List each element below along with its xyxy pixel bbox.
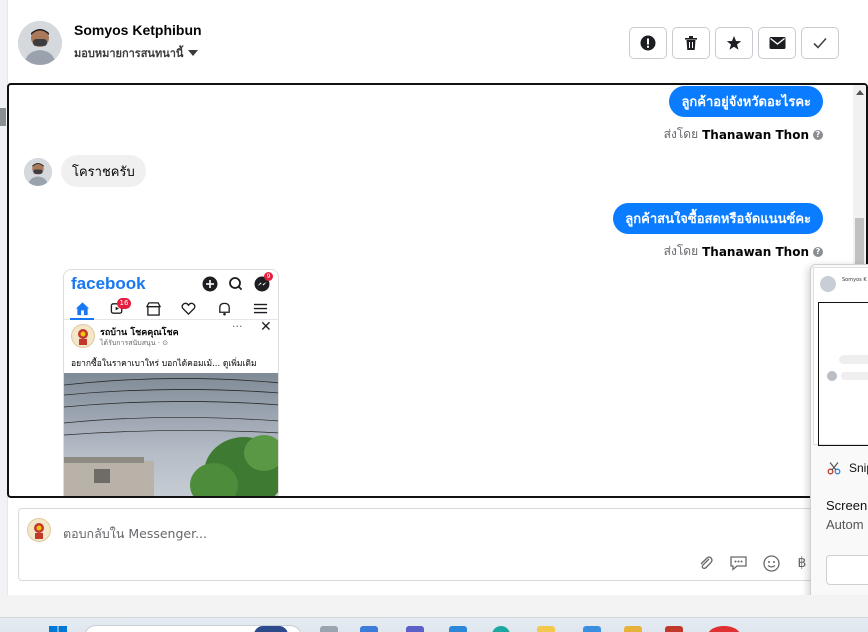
scroll-up-arrow-icon[interactable] [856,90,864,95]
messenger-badge: 9 [264,272,273,281]
windows-taskbar [0,617,868,632]
post-subtitle: ได้รับการสนับสนุน · ⊙ [100,339,169,347]
sent-by-line: ส่งโดย Thanawan Thon ? [664,242,823,261]
baht-icon[interactable]: ฿ [793,554,811,572]
search-icon [229,277,244,292]
snip-heading: Screen [826,498,868,513]
thumb-name: Somyos K [842,277,867,283]
thumb-bubble [839,355,868,364]
post-text: อยากซื้อในราคาเบาใหร่ บอกได้คอมเม้... ดู… [71,359,257,369]
sender-name[interactable]: Thanawan Thon [702,245,809,259]
snip-thumbnail[interactable]: Somyos K [813,267,868,446]
more-options-icon: ··· [232,320,243,333]
shared-screenshot-image[interactable]: facebook 9 16 รถบ้าน โชคคุณโชค ได้รับการ… [63,269,279,496]
message-text: ลูกค้าสนใจซื้อสดหรือจัดแนนซ์คะ [625,212,811,227]
message-thread[interactable]: ลูกค้าอยู่จังหวัดอะไรคะ ส่งโดย Thanawan … [7,83,868,498]
mail-icon[interactable] [583,626,601,632]
office-icon[interactable] [665,626,683,632]
thumb-bubble [841,372,868,380]
heart-icon [181,302,196,316]
active-tab-indicator [70,318,94,320]
teams-icon[interactable] [406,626,424,632]
sent-by-prefix: ส่งโดย [663,244,699,258]
post-author-name: รถบ้าน โชคคุณโชค [100,328,179,338]
windows-start-icon[interactable] [48,625,68,632]
caret-down-icon [188,50,199,56]
reply-composer[interactable]: ตอบกลับใน Messenger... ฿ [18,508,818,581]
assign-conversation-dropdown[interactable]: มอบหมายการสนทนานี้ [74,44,199,62]
snip-action-button[interactable] [826,555,868,585]
thumb-pane [818,302,868,446]
notification-badge: 16 [117,298,131,309]
smiley-icon[interactable] [762,554,780,572]
trash-icon [685,36,697,50]
close-icon: ✕ [260,319,272,335]
app-icon-red[interactable] [708,626,740,632]
message-text: ลูกค้าอยู่จังหวัดอะไรคะ [681,95,811,110]
edge-handle[interactable] [0,108,6,126]
snip-description: Autom [826,517,864,532]
fb-nav-row: 16 [64,298,278,320]
contact-avatar-small[interactable] [24,158,52,186]
check-icon [813,37,827,49]
post-author-avatar [71,324,95,348]
thumb-avatar [820,276,836,292]
snip-app-name: Snip [849,461,868,475]
app-window: Somyos Ketphibun มอบหมายการสนทนานี้ ลูกค… [0,0,868,632]
chat-bubble-icon[interactable] [729,554,747,572]
thumb-avatar-small [827,371,837,381]
question-circle-icon[interactable]: ? [813,129,823,140]
star-button[interactable] [715,27,753,59]
menu-icon [253,303,268,314]
conversation-header: Somyos Ketphibun มอบหมายการสนทนานี้ [8,0,868,84]
reply-input[interactable]: ตอบกลับใน Messenger... [63,524,207,544]
report-button[interactable] [629,27,667,59]
facebook-logo: facebook [71,274,146,293]
outgoing-message[interactable]: ลูกค้าสนใจซื้อสดหรือจัดแนนซ์คะ [613,203,823,234]
marketplace-icon [146,302,161,316]
task-view-icon[interactable] [320,626,338,632]
file-explorer-icon[interactable] [624,626,642,632]
delete-button[interactable] [672,27,710,59]
question-circle-icon[interactable]: ? [813,246,823,257]
envelope-icon [769,37,785,49]
outgoing-message[interactable]: ลูกค้าอยู่จังหวัดอะไรคะ [669,86,823,117]
sent-by-line: ส่งโดย Thanawan Thon ? [664,125,823,144]
edge-icon[interactable] [492,626,510,632]
sent-by-prefix: ส่งโดย [663,127,699,141]
paperclip-icon[interactable] [697,554,715,572]
bell-icon [219,302,230,316]
widgets-icon[interactable] [360,626,378,632]
page-avatar [27,518,51,542]
incoming-message[interactable]: โคราชครับ [61,155,146,187]
assign-label: มอบหมายการสนทนานี้ [74,48,184,60]
mark-done-button[interactable] [801,27,839,59]
post-photo [64,373,278,496]
contact-name[interactable]: Somyos Ketphibun [74,22,202,38]
scissors-icon [827,462,841,475]
message-text: โคราชครับ [72,164,135,180]
mark-unread-button[interactable] [758,27,796,59]
chrome-icon[interactable] [537,626,555,632]
contact-avatar[interactable] [18,21,62,65]
sender-name[interactable]: Thanawan Thon [702,128,809,142]
store-icon[interactable] [449,626,467,632]
plus-icon [202,276,218,292]
home-icon [75,302,90,316]
window-bottom-margin [0,595,868,617]
star-icon [726,36,742,50]
snipping-tool-notification[interactable]: Somyos K Snip Screen Autom [810,264,868,602]
search-highlight-icon [254,626,288,632]
exclamation-circle-icon [640,35,656,51]
